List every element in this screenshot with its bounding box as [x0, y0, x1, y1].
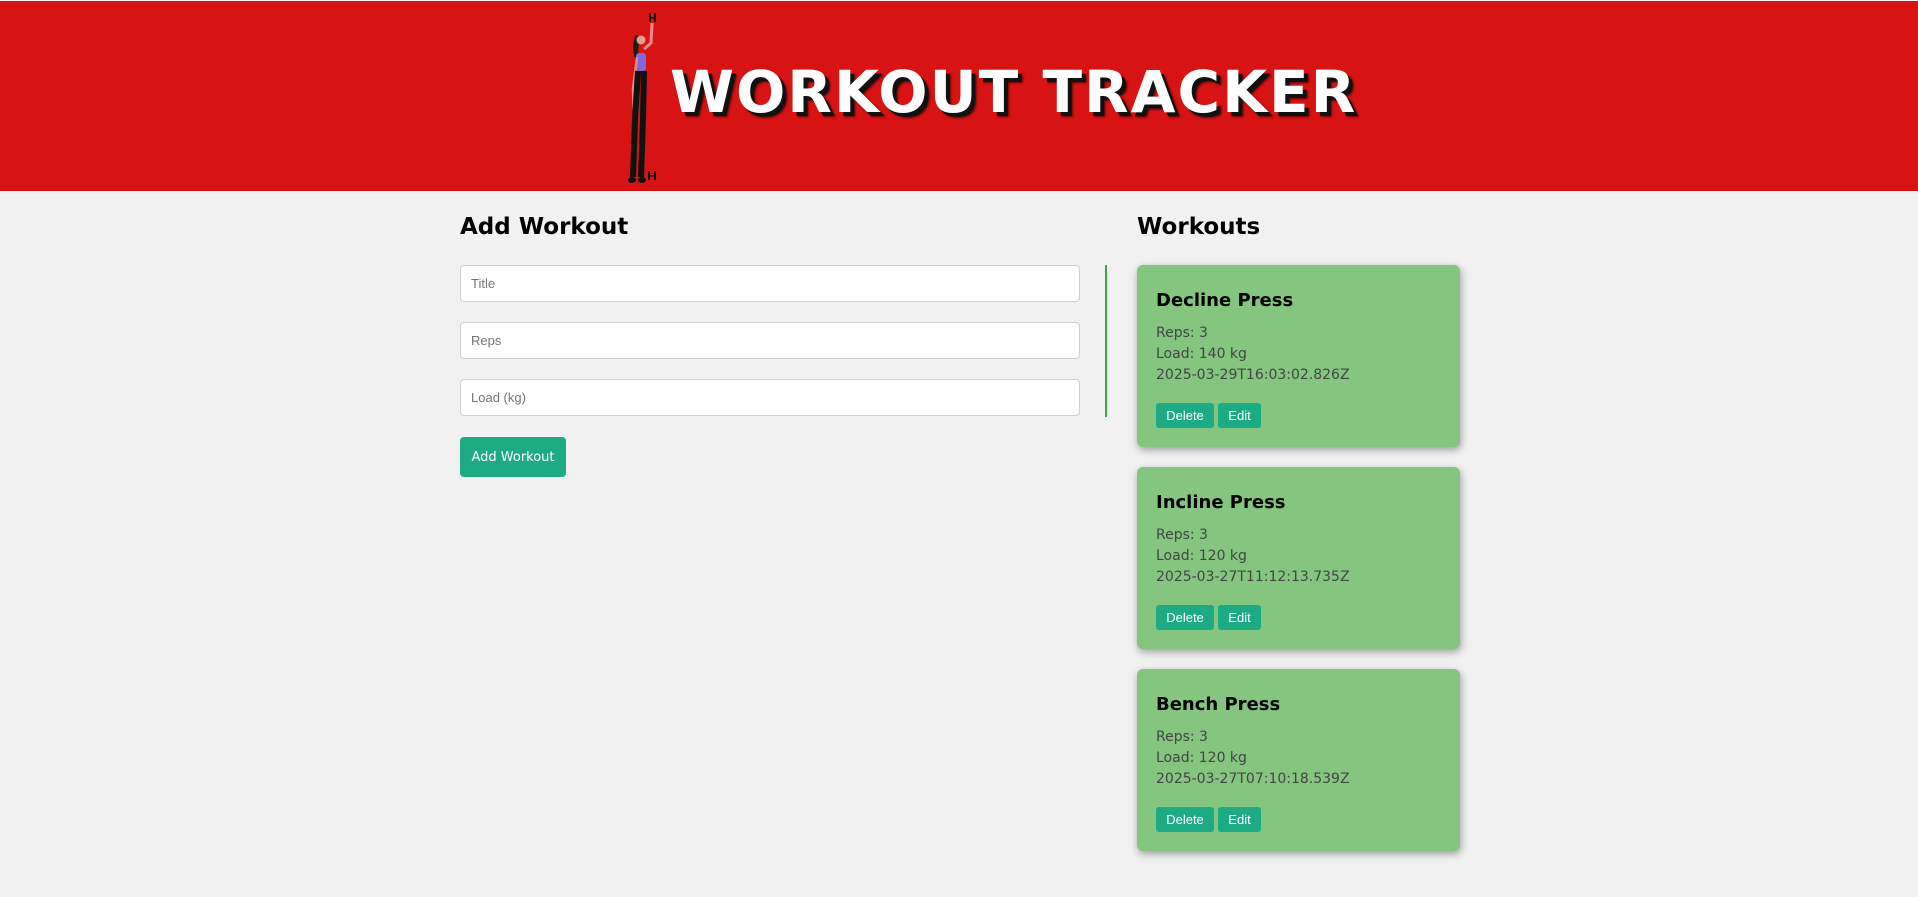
site-header: WORKOUT TRACKER — [0, 1, 1918, 191]
workout-reps: Reps: 3 — [1156, 325, 1208, 341]
delete-button[interactable]: Delete — [1156, 605, 1214, 630]
reps-input[interactable] — [460, 322, 1080, 359]
add-workout-button[interactable]: Add Workout — [460, 437, 566, 477]
delete-button[interactable]: Delete — [1156, 807, 1214, 832]
workout-timestamp: 2025-03-29T16:03:02.826Z — [1156, 367, 1350, 383]
workout-card: Bench Press Reps: 3 Load: 120 kg 2025-03… — [1137, 669, 1460, 851]
workout-timestamp: 2025-03-27T11:12:13.735Z — [1156, 569, 1350, 585]
workout-title: Decline Press — [1156, 290, 1294, 311]
workout-title: Incline Press — [1156, 492, 1286, 513]
workouts-heading: Workouts — [1137, 214, 1261, 240]
column-divider — [1105, 265, 1107, 417]
edit-button[interactable]: Edit — [1218, 403, 1261, 428]
add-workout-heading: Add Workout — [460, 214, 629, 240]
edit-button[interactable]: Edit — [1218, 605, 1261, 630]
workout-title: Bench Press — [1156, 694, 1281, 715]
edit-button[interactable]: Edit — [1218, 807, 1261, 832]
workout-load: Load: 140 kg — [1156, 346, 1247, 362]
workout-reps: Reps: 3 — [1156, 527, 1208, 543]
load-input[interactable] — [460, 379, 1080, 416]
workout-load: Load: 120 kg — [1156, 750, 1247, 766]
workout-card: Incline Press Reps: 3 Load: 120 kg 2025-… — [1137, 467, 1460, 649]
workout-load: Load: 120 kg — [1156, 548, 1247, 564]
woman-lifting-dumbbell-icon — [628, 13, 656, 183]
workout-reps: Reps: 3 — [1156, 729, 1208, 745]
delete-button[interactable]: Delete — [1156, 403, 1214, 428]
workout-card: Decline Press Reps: 3 Load: 140 kg 2025-… — [1137, 265, 1460, 447]
app-title: WORKOUT TRACKER — [670, 58, 1358, 126]
title-input[interactable] — [460, 265, 1080, 302]
workout-timestamp: 2025-03-27T07:10:18.539Z — [1156, 771, 1350, 787]
